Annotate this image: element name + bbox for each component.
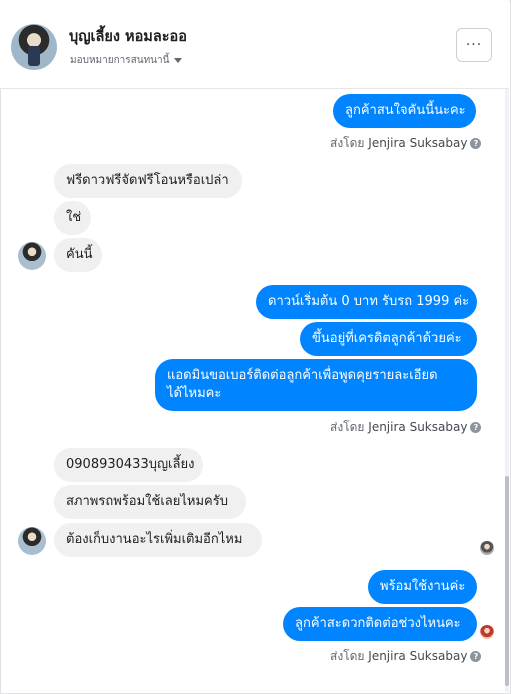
seen-indicator-avatar: [480, 541, 494, 555]
incoming-message[interactable]: ใช่: [54, 201, 91, 235]
help-circle-icon[interactable]: ?: [470, 422, 482, 433]
help-circle-icon[interactable]: ?: [470, 651, 482, 662]
incoming-message[interactable]: ต้องเก็บงานอะไรเพิ่มเติมอีกไหม: [54, 523, 262, 557]
sender-name: Jenjira Suksabay: [368, 649, 468, 663]
outgoing-message[interactable]: ดาวน์เริ่มต้น 0 บาท รับรถ 1999 ค่ะ: [256, 285, 477, 319]
avatar: [18, 242, 46, 270]
chevron-down-icon: [174, 57, 183, 63]
more-options-button[interactable]: ···: [456, 28, 492, 62]
outgoing-message[interactable]: ลูกค้าสะดวกติดต่อช่วงไหนคะ: [283, 607, 477, 641]
help-circle-icon[interactable]: ?: [470, 138, 482, 149]
sent-by-label: ส่งโดย Jenjira Suksabay?: [330, 418, 482, 437]
sent-by-label: ส่งโดย Jenjira Suksabay?: [330, 134, 482, 153]
sent-by-prefix: ส่งโดย: [330, 420, 365, 434]
assign-label: มอบหมายการสนทนานี้: [70, 55, 170, 66]
message-line: แอดมินขอเบอร์ติดต่อลูกค้าเพื่อพูดคุยรายล…: [167, 368, 438, 383]
avatar: [18, 527, 46, 555]
scrollbar-thumb[interactable]: [505, 476, 509, 686]
incoming-message[interactable]: คันนี้: [54, 238, 102, 272]
assign-conversation-dropdown[interactable]: มอบหมายการสนทนานี้: [70, 53, 183, 68]
sender-name: Jenjira Suksabay: [368, 420, 468, 434]
outgoing-message[interactable]: แอดมินขอเบอร์ติดต่อลูกค้าเพื่อพูดคุยรายล…: [155, 359, 477, 411]
incoming-message[interactable]: สภาพรถพร้อมใช้เลยไหมครับ: [54, 485, 246, 519]
conversation-header: บุญเลี้ยง หอมละออ มอบหมายการสนทนานี้ ···: [0, 0, 509, 89]
sent-by-prefix: ส่งโดย: [330, 136, 365, 150]
contact-name[interactable]: บุญเลี้ยง หอมละออ: [69, 25, 187, 48]
incoming-message[interactable]: 0908930433บุญเลี้ยง: [54, 448, 203, 482]
message-line: ได้ไหมคะ: [167, 386, 222, 401]
incoming-message[interactable]: ฟรีดาวฟรีจัดฟรีโอนหรือเปล่า: [54, 164, 242, 198]
sender-name: Jenjira Suksabay: [368, 136, 468, 150]
more-dots-icon: ···: [465, 37, 483, 53]
outgoing-message[interactable]: ขึ้นอยู่ที่เครดิตลูกค้าด้วยค่ะ: [300, 322, 477, 356]
sent-by-prefix: ส่งโดย: [330, 649, 365, 663]
seen-indicator-avatar: [480, 625, 494, 639]
outgoing-message[interactable]: พร้อมใช้งานค่ะ: [368, 570, 477, 604]
outgoing-message[interactable]: ลูกค้าสนใจคันนี้นะคะ: [333, 94, 476, 128]
avatar[interactable]: [11, 24, 57, 70]
sent-by-label: ส่งโดย Jenjira Suksabay?: [330, 647, 482, 666]
